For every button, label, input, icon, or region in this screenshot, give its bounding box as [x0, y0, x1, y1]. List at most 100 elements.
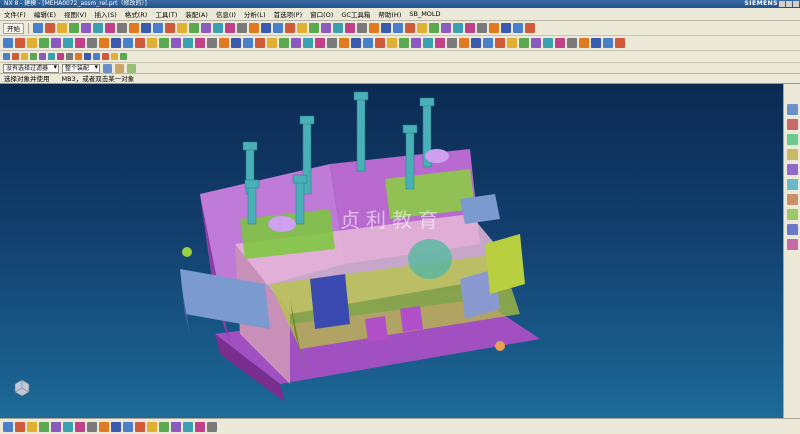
undo-icon[interactable] — [471, 38, 481, 48]
fit-icon[interactable] — [495, 38, 505, 48]
menu-insert[interactable]: 插入(S) — [91, 9, 121, 19]
mirror-icon[interactable] — [159, 421, 169, 432]
start-icon[interactable] — [33, 23, 43, 33]
constraint-icon[interactable] — [183, 421, 193, 432]
polygon-icon[interactable] — [75, 421, 85, 432]
motion-icon[interactable] — [339, 38, 349, 48]
offset-icon[interactable] — [147, 421, 157, 432]
mold-base-icon[interactable] — [183, 38, 193, 48]
circle-icon[interactable] — [51, 421, 61, 432]
hd3d-tools-icon[interactable] — [786, 164, 798, 175]
cavity-icon[interactable] — [57, 53, 64, 60]
constraint-icon[interactable] — [21, 53, 28, 60]
gate-icon[interactable] — [159, 38, 169, 48]
slider-icon[interactable] — [75, 53, 82, 60]
section-icon[interactable] — [255, 38, 265, 48]
start-icon[interactable] — [387, 38, 397, 48]
color-icon[interactable] — [267, 38, 277, 48]
explode-icon[interactable] — [30, 53, 37, 60]
constraint-navigator-icon[interactable] — [786, 119, 798, 130]
snap-icon[interactable] — [3, 421, 13, 432]
gate-icon[interactable] — [120, 53, 127, 60]
lifter-icon[interactable] — [111, 38, 121, 48]
history-icon[interactable] — [786, 194, 798, 205]
cooling-icon[interactable] — [102, 53, 109, 60]
reuse-library-icon[interactable] — [786, 149, 798, 160]
extrude-icon[interactable] — [615, 38, 625, 48]
rotate-icon[interactable] — [165, 23, 175, 33]
fillet-icon[interactable] — [99, 421, 109, 432]
view-icon[interactable] — [225, 23, 235, 33]
copy-icon[interactable] — [447, 38, 457, 48]
rectangle-icon[interactable] — [63, 421, 73, 432]
pocket-icon[interactable] — [309, 23, 319, 33]
scale-icon[interactable] — [513, 23, 523, 33]
bom-icon[interactable] — [207, 38, 217, 48]
boss-icon[interactable] — [297, 23, 307, 33]
core-icon[interactable] — [63, 38, 73, 48]
select-all-icon[interactable] — [127, 63, 137, 73]
redo-icon[interactable] — [483, 38, 493, 48]
runner-icon[interactable] — [147, 38, 157, 48]
spline-icon[interactable] — [87, 421, 97, 432]
explode-icon[interactable] — [39, 38, 49, 48]
open-icon[interactable] — [411, 38, 421, 48]
analysis-icon[interactable] — [243, 38, 253, 48]
zoom-icon[interactable] — [153, 23, 163, 33]
type-filter-dropdown[interactable]: 没有选择过滤器 — [3, 63, 60, 73]
mirror-icon[interactable] — [405, 23, 415, 33]
open-icon[interactable] — [57, 23, 67, 33]
light-icon[interactable] — [291, 38, 301, 48]
layer-icon[interactable] — [567, 38, 577, 48]
fit-icon[interactable] — [141, 23, 151, 33]
extend-icon[interactable] — [135, 421, 145, 432]
mold-wizard-icon[interactable] — [39, 53, 46, 60]
menu-edit[interactable]: 编辑(E) — [30, 9, 60, 19]
plane-icon[interactable] — [465, 23, 475, 33]
cooling-icon[interactable] — [135, 38, 145, 48]
subtract-icon[interactable] — [381, 23, 391, 33]
runner-icon[interactable] — [111, 53, 118, 60]
maximize-button[interactable] — [786, 1, 792, 7]
trim-icon[interactable] — [123, 421, 133, 432]
cut-icon[interactable] — [435, 38, 445, 48]
line-icon[interactable] — [27, 421, 37, 432]
menu-tools[interactable]: 工具(T) — [151, 9, 181, 19]
standard-part-icon[interactable] — [171, 38, 181, 48]
process-studio-icon[interactable] — [786, 224, 798, 235]
redo-icon[interactable] — [129, 23, 139, 33]
animation-icon[interactable] — [327, 38, 337, 48]
ejector-icon[interactable] — [93, 53, 100, 60]
shaded-icon[interactable] — [189, 23, 199, 33]
parting-icon[interactable] — [87, 38, 97, 48]
check-icon[interactable] — [231, 38, 241, 48]
drawing-icon[interactable] — [219, 38, 229, 48]
menu-file[interactable]: 文件(F) — [0, 9, 30, 19]
wireframe-icon[interactable] — [555, 38, 565, 48]
mold-assembly-model[interactable] — [0, 84, 783, 418]
menu-information[interactable]: 信息(I) — [212, 9, 240, 19]
cut-icon[interactable] — [81, 23, 91, 33]
menu-format[interactable]: 格式(R) — [121, 9, 152, 19]
unite-icon[interactable] — [369, 23, 379, 33]
texture-icon[interactable] — [315, 38, 325, 48]
new-icon[interactable] — [45, 23, 55, 33]
assembly-icon[interactable] — [3, 38, 13, 48]
menu-analysis[interactable]: 分析(L) — [240, 9, 270, 19]
component-icon[interactable] — [15, 38, 25, 48]
material-icon[interactable] — [303, 38, 313, 48]
cavity-icon[interactable] — [75, 38, 85, 48]
web-browser-icon[interactable] — [786, 179, 798, 190]
move-icon[interactable] — [501, 23, 511, 33]
save-icon[interactable] — [423, 38, 433, 48]
wireframe-icon[interactable] — [201, 23, 211, 33]
filter-icon[interactable] — [115, 63, 125, 73]
sketch-icon[interactable] — [603, 38, 613, 48]
menu-sb-mold[interactable]: SB_MOLD — [405, 10, 444, 18]
simulation-icon[interactable] — [351, 38, 361, 48]
start-button[interactable]: 开始 — [3, 22, 24, 34]
shell-icon[interactable] — [345, 23, 355, 33]
menu-gc-toolkit[interactable]: GC工具箱 — [337, 9, 374, 19]
axis-icon[interactable] — [477, 23, 487, 33]
chamfer-icon[interactable] — [111, 421, 121, 432]
